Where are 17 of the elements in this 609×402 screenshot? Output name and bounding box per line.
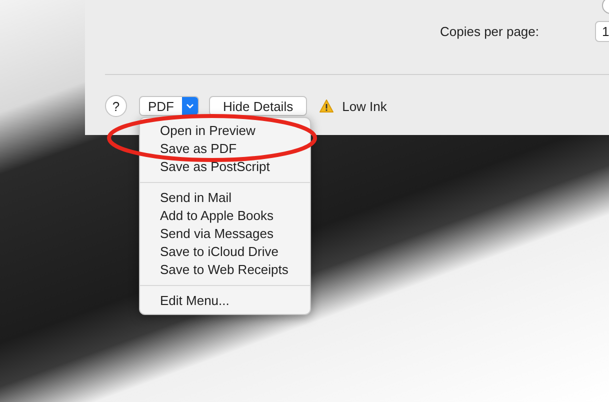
menu-item[interactable]: Send via Messages (140, 225, 310, 243)
warning-text: Low Ink (342, 98, 387, 114)
warning-icon (319, 99, 334, 113)
help-button[interactable]: ? (105, 95, 127, 117)
menu-item[interactable]: Send in Mail (140, 189, 310, 207)
menu-item[interactable]: Edit Menu... (140, 292, 310, 310)
menu-item[interactable]: Add to Apple Books (140, 207, 310, 225)
menu-item[interactable]: Save as PostScript (140, 158, 310, 176)
pdf-menu-button[interactable]: PDF (139, 96, 199, 116)
copies-per-page-field[interactable]: 1 (595, 21, 609, 42)
hide-details-button[interactable]: Hide Details (209, 96, 308, 116)
copies-per-page-label: Copies per page: (440, 24, 539, 39)
menu-item[interactable]: Open in Preview (140, 122, 310, 140)
menu-item[interactable]: Save to iCloud Drive (140, 243, 310, 261)
chevron-down-icon (186, 103, 194, 109)
menu-item[interactable]: Save to Web Receipts (140, 261, 310, 279)
menu-item[interactable]: Save as PDF (140, 140, 310, 158)
